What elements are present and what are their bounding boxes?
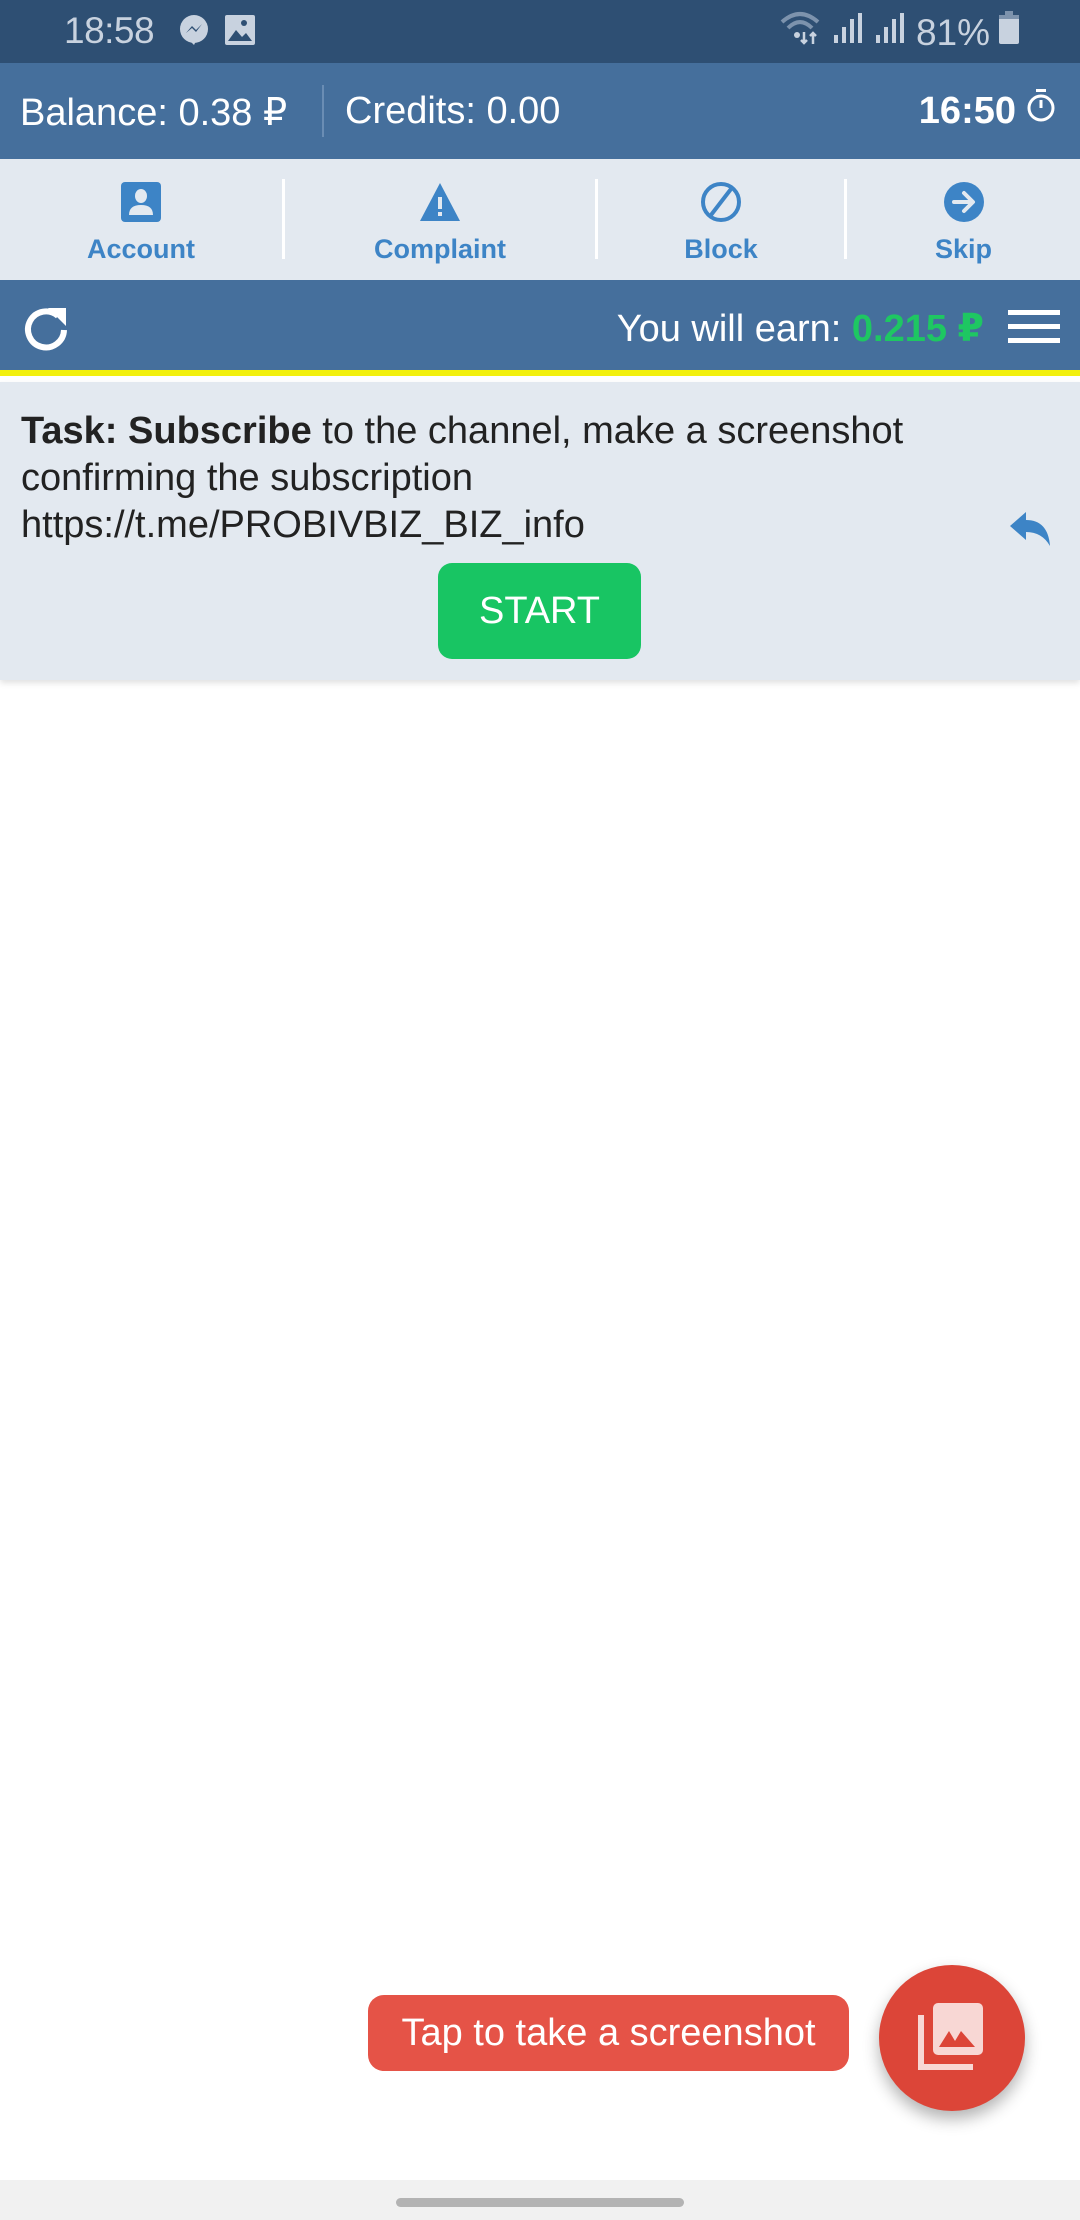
account-label: Account: [87, 234, 195, 264]
reply-icon[interactable]: [1008, 510, 1052, 553]
task-link[interactable]: https://t.me/PROBIVBIZ_BIZ_info: [21, 504, 585, 546]
photo-library-icon: [917, 2001, 987, 2076]
earn-amount: 0.215 ₽: [851, 308, 984, 350]
battery-icon: [998, 11, 1020, 54]
navigation-bar: [0, 2180, 1080, 2220]
start-button[interactable]: START: [438, 563, 641, 659]
gallery-icon: [224, 14, 256, 51]
skip-label: Skip: [934, 234, 993, 264]
task-prefix: Task: Subscribe: [21, 410, 312, 452]
messenger-icon: [178, 14, 210, 51]
complaint-label: Complaint: [374, 234, 506, 264]
task-description: Task: Subscribe to the channel, make a s…: [21, 408, 961, 549]
credits-label: Credits: 0.00: [345, 90, 561, 132]
status-time: 18:58: [64, 10, 155, 51]
signal-icon: [832, 11, 866, 54]
screenshot-fab-button[interactable]: [879, 1965, 1025, 2111]
signal-icon: [874, 11, 908, 54]
action-bar: Account Complaint Block Skip: [0, 159, 1080, 280]
balance-bar: Balance: 0.38 ₽ Credits: 0.00 16:50: [0, 63, 1080, 159]
complaint-button[interactable]: Complaint: [285, 159, 595, 280]
earn-label: You will earn:: [616, 308, 852, 350]
block-button[interactable]: Block: [598, 159, 844, 280]
earn-bar: You will earn: 0.215 ₽: [0, 280, 1080, 376]
block-icon: [700, 181, 742, 234]
warning-icon: [419, 181, 461, 234]
home-gesture-handle[interactable]: [396, 2198, 684, 2207]
block-label: Block: [684, 234, 758, 264]
wifi-icon: [780, 10, 824, 55]
skip-button[interactable]: Skip: [847, 159, 1080, 280]
earn-info: You will earn: 0.215 ₽: [617, 306, 984, 351]
timer-value: 16:50: [918, 89, 1016, 132]
task-timer: 16:50: [919, 89, 1056, 133]
arrow-right-circle-icon: [943, 181, 985, 234]
task-panel: Task: Subscribe to the channel, make a s…: [0, 382, 1080, 680]
balance-label: Balance: 0.38 ₽: [20, 92, 288, 134]
refresh-icon[interactable]: [18, 302, 74, 363]
battery-percent: 81%: [915, 11, 990, 53]
screenshot-tip[interactable]: Tap to take a screenshot: [368, 1995, 849, 2071]
account-button[interactable]: Account: [0, 159, 282, 280]
divider: [322, 85, 324, 137]
status-bar: 18:58 81%: [0, 0, 1080, 63]
hamburger-menu-icon[interactable]: [1008, 310, 1060, 344]
stopwatch-icon: [1026, 89, 1056, 133]
account-icon: [120, 181, 162, 234]
